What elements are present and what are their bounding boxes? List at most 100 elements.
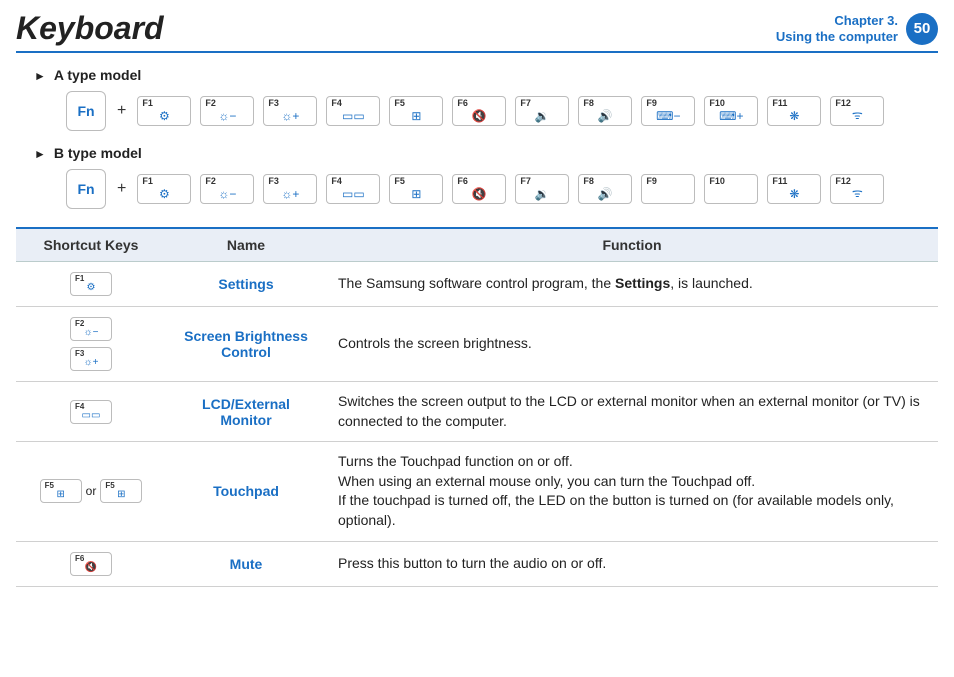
- function-key-f12: F12ᯤ: [830, 96, 884, 126]
- chapter-line2: Using the computer: [776, 29, 898, 44]
- name-cell: Touchpad: [166, 442, 326, 541]
- col-name: Name: [166, 228, 326, 262]
- key-icon: ⊞: [117, 489, 125, 500]
- function-key-f10: F10⌨+: [704, 96, 758, 126]
- function-key-f1: F1⚙: [70, 272, 112, 296]
- key-icon: 🔇: [85, 562, 97, 573]
- function-key-f4: F4▭▭: [326, 96, 380, 126]
- function-key-f11: F11❋: [767, 174, 821, 204]
- key-label: F1: [142, 98, 153, 108]
- page-number-badge: 50: [906, 13, 938, 45]
- function-key-f9: F9⌨−: [641, 96, 695, 126]
- key-label: F1: [142, 176, 153, 186]
- key-label: F8: [583, 98, 594, 108]
- a-type-keyrow: Fn+F1⚙F2☼−F3☼+F4▭▭F5⊞F6🔇F7🔉F8🔊F9⌨−F10⌨+F…: [66, 91, 938, 131]
- plus-sign: +: [117, 180, 126, 198]
- key-label: F9: [646, 176, 657, 186]
- a-type-model-section: A type model Fn+F1⚙F2☼−F3☼+F4▭▭F5⊞F6🔇F7🔉…: [16, 67, 938, 131]
- function-key-f8: F8 🔊: [578, 174, 632, 204]
- function-key-f1: F1 ⚙: [137, 174, 191, 204]
- shortcut-cell: F6🔇: [16, 541, 166, 586]
- page-header: Keyboard Chapter 3. Using the computer 5…: [16, 10, 938, 53]
- function-key-f2: F2☼−: [70, 317, 112, 341]
- key-icon: ❋: [789, 187, 799, 201]
- table-row: F2☼−F3☼+Screen Brightness ControlControl…: [16, 307, 938, 382]
- function-key-f3: F3☼+: [70, 347, 112, 371]
- key-label: F4: [331, 176, 342, 186]
- key-icon: ▭▭: [82, 410, 101, 421]
- key-icon: 🔉: [535, 109, 550, 123]
- function-key-f12: F12ᯤ: [830, 174, 884, 204]
- name-cell: LCD/External Monitor: [166, 382, 326, 442]
- key-label: F11: [772, 98, 787, 108]
- key-icon: ᯤ: [852, 106, 863, 123]
- key-icon: 🔉: [535, 187, 550, 201]
- key-label: F5: [394, 176, 405, 186]
- b-type-keyrow: Fn+F1⚙F2☼−F3☼+F4▭▭F5⊞F6🔇F7🔉F8🔊F9F10F11❋F…: [66, 169, 938, 209]
- table-row: F5⊞orF5⊞TouchpadTurns the Touchpad funct…: [16, 442, 938, 541]
- or-text: or: [86, 484, 97, 498]
- key-label: F2: [205, 98, 216, 108]
- function-key-f9: F9: [641, 174, 695, 204]
- key-label: F1: [75, 274, 84, 283]
- name-cell: Mute: [166, 541, 326, 586]
- chapter-line1: Chapter 3.: [834, 13, 898, 28]
- key-icon: ⌨+: [719, 109, 743, 123]
- key-label: F8: [583, 176, 594, 186]
- a-type-label: A type model: [34, 67, 938, 83]
- key-icon: ⊞: [411, 109, 421, 123]
- key-label: F7: [520, 176, 531, 186]
- function-cell: Turns the Touchpad function on or off.Wh…: [326, 442, 938, 541]
- function-key-f6: F6 🔇: [452, 174, 506, 204]
- function-text: The Samsung software control program, th…: [338, 275, 615, 291]
- key-label: F6: [75, 554, 84, 563]
- function-key-f3: F3☼+: [263, 174, 317, 204]
- key-label: F3: [75, 349, 84, 358]
- key-icon: 🔇: [472, 109, 487, 123]
- function-key-f11: F11❋: [767, 96, 821, 126]
- function-line: Turns the Touchpad function on or off.: [338, 452, 926, 472]
- key-label: F6: [457, 176, 468, 186]
- key-icon: ▭▭: [342, 187, 365, 201]
- key-icon: ⚙: [159, 109, 170, 123]
- function-cell: The Samsung software control program, th…: [326, 262, 938, 307]
- plus-sign: +: [117, 102, 126, 120]
- key-label: F10: [709, 98, 725, 108]
- col-function: Function: [326, 228, 938, 262]
- function-line: If the touchpad is turned off, the LED o…: [338, 491, 926, 530]
- function-key-f3: F3☼+: [263, 96, 317, 126]
- key-label: F11: [772, 176, 787, 186]
- key-label: F6: [457, 98, 468, 108]
- shortcut-table: Shortcut Keys Name Function F1⚙ Settings T…: [16, 227, 938, 587]
- key-label: F7: [520, 98, 531, 108]
- function-key-f6: F6🔇: [70, 552, 112, 576]
- table-row: F1⚙ Settings The Samsung software control …: [16, 262, 938, 307]
- key-icon: ☼−: [218, 109, 236, 123]
- function-key-f10: F10: [704, 174, 758, 204]
- key-label: F3: [268, 98, 279, 108]
- key-label: F10: [709, 176, 725, 186]
- b-type-label: B type model: [34, 145, 938, 161]
- key-label: F3: [268, 176, 279, 186]
- function-key-f6: F6 🔇: [452, 96, 506, 126]
- key-label: F12: [835, 176, 851, 186]
- function-key-f7: F7 🔉: [515, 174, 569, 204]
- key-label: F5: [394, 98, 405, 108]
- key-icon: ⊞: [56, 489, 64, 500]
- function-key-f7: F7 🔉: [515, 96, 569, 126]
- function-key-f2: F2☼−: [200, 174, 254, 204]
- key-icon: ⚙: [159, 187, 170, 201]
- col-shortcut: Shortcut Keys: [16, 228, 166, 262]
- table-row: F4▭▭LCD/External MonitorSwitches the scr…: [16, 382, 938, 442]
- function-key-f4: F4▭▭: [326, 174, 380, 204]
- key-icon: ☼−: [83, 327, 98, 338]
- key-icon: ⚙: [87, 282, 96, 293]
- page-title: Keyboard: [16, 10, 164, 47]
- function-key-f5: F5 ⊞: [389, 96, 443, 126]
- key-icon: 🔇: [472, 187, 487, 201]
- key-icon: 🔊: [598, 187, 613, 201]
- function-key-f5: F5⊞: [40, 479, 82, 503]
- function-cell: Switches the screen output to the LCD or…: [326, 382, 938, 442]
- chapter-info: Chapter 3. Using the computer: [776, 13, 898, 44]
- name-cell: Settings: [166, 262, 326, 307]
